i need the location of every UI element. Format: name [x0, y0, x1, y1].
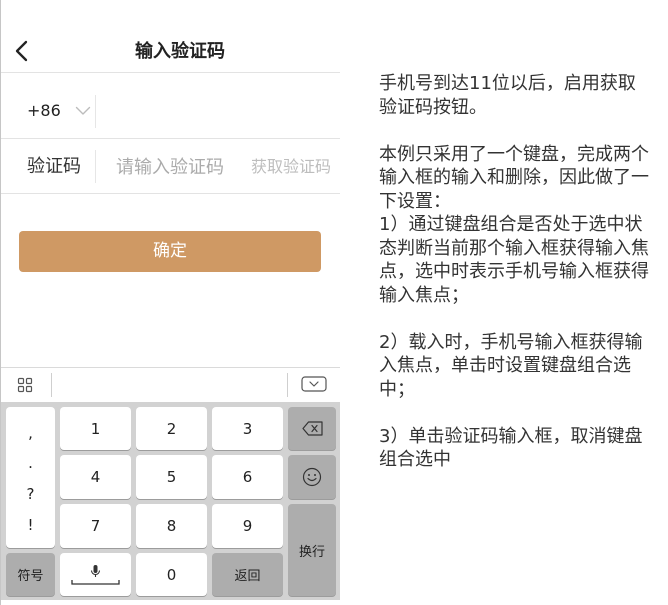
notes-line: 入焦点，单击时设置键盘组合选: [379, 355, 631, 376]
notes-line: 1）通过键盘组合是否处于选中状: [379, 214, 643, 235]
code-row-divider: [95, 150, 96, 183]
notes-line: 中；: [379, 378, 415, 400]
key-3[interactable]: 3: [212, 407, 283, 450]
keyboard-menu-button[interactable]: [17, 377, 33, 393]
chevron-left-icon: [15, 40, 28, 62]
toolbar-divider-right: [287, 373, 288, 397]
enter-key[interactable]: 换行: [288, 504, 336, 596]
code-label: 验证码: [27, 156, 81, 177]
notes-paragraph: 2）载入时，手机号输入框获得输 入焦点，单击时设置键盘组合选 中；: [379, 331, 651, 402]
key-0[interactable]: 0: [136, 553, 207, 596]
punct-period: .: [28, 454, 33, 472]
symbols-key[interactable]: 符号: [6, 553, 55, 596]
key-5[interactable]: 5: [136, 455, 207, 499]
header-divider: [1, 72, 340, 73]
toolbar-divider-left: [51, 373, 52, 397]
notes-line: 3）单击验证码输入框，取消键盘: [379, 425, 643, 447]
notes-line: 手机号到达11位以后，启用获取: [379, 73, 636, 94]
code-input[interactable]: [116, 153, 246, 181]
phone-row-bottom-divider: [1, 138, 340, 139]
space-key[interactable]: [60, 553, 131, 596]
notes-line: 点，选中时表示手机号输入框获得: [379, 261, 649, 282]
notes-paragraph: 本例只采用了一个键盘，完成两个 输入框的输入和删除，因此做了一 下设置： 1）通…: [379, 143, 651, 308]
notes-panel: 手机号到达11位以后，启用获取 验证码按钮。 本例只采用了一个键盘，完成两个 输…: [379, 72, 651, 495]
key-4[interactable]: 4: [60, 455, 131, 499]
keyboard-toolbar: [1, 367, 340, 402]
punctuation-key[interactable]: , . ? !: [6, 407, 55, 548]
keyboard: , . ? ! 符号 1 2 3 4 5 6 7 8 9 0 返回 换行: [1, 402, 340, 600]
notes-line: 验证码按钮。: [379, 96, 487, 118]
country-code: +86: [27, 101, 61, 120]
back-button[interactable]: [12, 40, 32, 62]
punct-question: ?: [26, 485, 35, 503]
notes-paragraph: 手机号到达11位以后，启用获取 验证码按钮。: [379, 72, 651, 119]
notes-line: 输入焦点；: [379, 284, 469, 306]
punct-comma: ,: [28, 424, 33, 442]
confirm-button[interactable]: 确定: [19, 231, 321, 272]
chevron-down-icon: [75, 106, 91, 115]
phone-input[interactable]: [101, 92, 331, 128]
notes-line: 下设置：: [379, 190, 451, 212]
key-6[interactable]: 6: [212, 455, 283, 499]
page-title: 输入验证码: [135, 41, 225, 62]
key-9[interactable]: 9: [212, 504, 283, 548]
code-row-bottom-divider: [1, 193, 340, 194]
key-8[interactable]: 8: [136, 504, 207, 548]
punct-exclamation: !: [27, 516, 34, 534]
microphone-icon: [71, 565, 120, 585]
notes-paragraph: 3）单击验证码输入框，取消键盘 组合选中: [379, 425, 651, 472]
country-code-selector[interactable]: +86: [27, 96, 93, 126]
return-key[interactable]: 返回: [212, 553, 283, 596]
notes-line: 本例只采用了一个键盘，完成两个: [379, 143, 649, 165]
keyboard-hide-button[interactable]: [301, 376, 327, 393]
key-1[interactable]: 1: [60, 407, 131, 450]
phone-row-divider: [95, 95, 96, 128]
grid-icon: [17, 377, 33, 393]
notes-line: 组合选中: [379, 449, 451, 470]
notes-line: 态判断当前那个输入框获得输入焦: [379, 237, 649, 259]
key-2[interactable]: 2: [136, 407, 207, 450]
smiley-icon: [302, 467, 322, 487]
keyboard-hide-icon: [301, 376, 327, 392]
notes-line: 输入框的输入和删除，因此做了一: [379, 167, 649, 188]
notes-line: 2）载入时，手机号输入框获得输: [379, 331, 643, 353]
delete-key[interactable]: [288, 407, 336, 450]
key-7[interactable]: 7: [60, 504, 131, 548]
emoji-key[interactable]: [288, 455, 336, 499]
phone-screen: 输入验证码 +86 验证码 获取验证码 确定: [1, 0, 340, 605]
backspace-icon: [301, 421, 323, 436]
get-code-button[interactable]: 获取验证码: [251, 156, 331, 178]
